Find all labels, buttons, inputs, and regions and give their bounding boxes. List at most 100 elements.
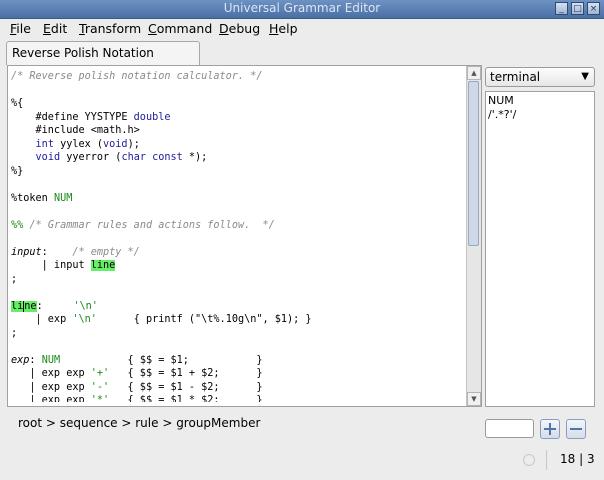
vertical-scrollbar[interactable]: ▲ ▼ xyxy=(466,66,481,406)
code-token: /* Grammar rules and actions follow. */ xyxy=(23,219,275,231)
code-token: input xyxy=(11,246,42,258)
code-line[interactable] xyxy=(11,232,463,246)
code-line[interactable]: exp: NUM { $$ = $1; } xyxy=(11,354,463,368)
code-token: double xyxy=(133,111,171,123)
code-token: '+' xyxy=(90,368,110,379)
scroll-down-icon[interactable]: ▼ xyxy=(467,392,481,406)
tab-rpn-calculator[interactable]: Reverse Polish Notation Calculator xyxy=(6,41,200,82)
code-token: li xyxy=(11,300,24,312)
code-line[interactable]: | input line xyxy=(11,259,463,273)
element-type-select[interactable]: terminal ▼ xyxy=(485,67,595,87)
code-line[interactable] xyxy=(11,340,463,354)
scroll-up-icon[interactable]: ▲ xyxy=(467,66,481,80)
code-token: void xyxy=(103,138,128,150)
code-token: ; xyxy=(11,327,18,339)
code-token: %% xyxy=(11,219,24,231)
code-token: : xyxy=(29,354,42,366)
code-token: | exp xyxy=(11,314,73,325)
code-token: : xyxy=(41,246,73,258)
code-token: | exp exp xyxy=(11,368,91,379)
code-line[interactable]: | exp exp '+' { $$ = $1 + $2; } xyxy=(11,367,463,381)
code-token: yyerror ( xyxy=(60,152,122,163)
code-line[interactable]: %} xyxy=(11,165,463,179)
code-token: { $$ = $1 * $2; } xyxy=(109,395,263,402)
code-line[interactable]: %{ xyxy=(11,97,463,111)
code-line[interactable] xyxy=(11,178,463,192)
code-line[interactable]: %% /* Grammar rules and actions follow. … xyxy=(11,219,463,233)
grammar-editor[interactable]: /* Reverse polish notation calculator. *… xyxy=(7,65,482,407)
code-token: | input xyxy=(11,260,91,271)
cursor-position: 18 | 3 xyxy=(560,452,595,466)
code-line[interactable] xyxy=(11,84,463,98)
code-line[interactable] xyxy=(11,286,463,300)
code-token: ne xyxy=(24,300,37,312)
element-list[interactable]: NUM /'.*?'/ xyxy=(485,91,595,407)
code-line[interactable]: | exp exp '-' { $$ = $1 - $2; } xyxy=(11,381,463,395)
code-token: exp xyxy=(11,354,30,366)
code-token: '\n' xyxy=(72,314,97,325)
list-item[interactable]: /'.*?'/ xyxy=(488,108,592,122)
maximize-button[interactable]: □ xyxy=(571,2,584,15)
code-token: line xyxy=(90,260,116,271)
code-token: '\n' xyxy=(73,300,98,312)
code-line[interactable]: int yylex (void); xyxy=(11,138,463,152)
code-line[interactable]: line: '\n' xyxy=(11,300,463,314)
app-window: Universal Grammar Editor _ □ × File Edit… xyxy=(0,0,604,480)
code-token: '*' xyxy=(90,395,110,402)
code-line[interactable]: %token NUM xyxy=(11,192,463,206)
status-divider xyxy=(546,450,547,470)
pattern-input[interactable] xyxy=(485,419,534,438)
code-token: NUM xyxy=(53,192,73,204)
code-line[interactable]: | exp '\n' { printf ("\t%.10g\n", $1); } xyxy=(11,313,463,327)
window-title: Universal Grammar Editor xyxy=(223,1,381,15)
status-circle-icon xyxy=(523,454,535,466)
code-area[interactable]: /* Reverse polish notation calculator. *… xyxy=(11,70,463,402)
close-button[interactable]: × xyxy=(587,2,600,15)
list-item[interactable]: NUM xyxy=(488,94,592,108)
minimize-button[interactable]: _ xyxy=(555,2,568,15)
code-line[interactable]: #include <math.h> xyxy=(11,124,463,138)
code-line[interactable]: void yyerror (char const *); xyxy=(11,151,463,165)
code-line[interactable] xyxy=(11,205,463,219)
code-token: { $$ = $1; } xyxy=(60,354,263,366)
code-line[interactable]: ; xyxy=(11,327,463,341)
code-token: : xyxy=(36,300,74,312)
code-token: '-' xyxy=(90,381,110,393)
breadcrumb: root > sequence > rule > groupMember xyxy=(18,416,261,430)
code-token: %token xyxy=(11,192,54,204)
scrollbar-thumb[interactable] xyxy=(468,81,479,246)
code-token: *); xyxy=(182,152,208,163)
menu-edit[interactable]: Edit xyxy=(43,21,67,36)
code-token: yylex ( xyxy=(53,138,104,150)
code-token: char const xyxy=(121,152,183,163)
code-line[interactable]: | exp exp '*' { $$ = $1 * $2; } xyxy=(11,394,463,402)
add-button[interactable] xyxy=(540,419,560,439)
code-token: ); xyxy=(127,138,140,150)
menu-debug[interactable]: Debug xyxy=(219,21,260,36)
title-bar[interactable]: Universal Grammar Editor _ □ × xyxy=(0,0,604,19)
chevron-down-icon: ▼ xyxy=(581,71,589,82)
code-token: int xyxy=(35,138,54,150)
select-value: terminal xyxy=(490,70,541,84)
menu-bar: File Edit Transform Command Debug Help xyxy=(0,19,604,39)
remove-button[interactable] xyxy=(566,419,586,439)
code-line[interactable]: input: /* empty */ xyxy=(11,246,463,260)
menu-command[interactable]: Command xyxy=(148,21,212,36)
code-token: #define YYSTYPE xyxy=(11,111,134,123)
code-token: NUM xyxy=(41,354,61,366)
menu-help[interactable]: Help xyxy=(269,21,298,36)
code-token: { printf ("\t%.10g\n", $1); } xyxy=(96,314,312,325)
code-token: void xyxy=(35,152,61,163)
code-token: %} xyxy=(11,165,24,177)
code-token: { $$ = $1 + $2; } xyxy=(109,368,263,379)
code-line[interactable]: #define YYSTYPE double xyxy=(11,111,463,125)
code-line[interactable]: /* Reverse polish notation calculator. *… xyxy=(11,70,463,84)
code-token: | exp exp xyxy=(11,395,91,402)
menu-file[interactable]: File xyxy=(10,21,31,36)
code-token: ; xyxy=(11,273,18,285)
code-token: #include <math.h> xyxy=(11,125,140,136)
menu-transform[interactable]: Transform xyxy=(79,21,141,36)
code-line[interactable]: ; xyxy=(11,273,463,287)
